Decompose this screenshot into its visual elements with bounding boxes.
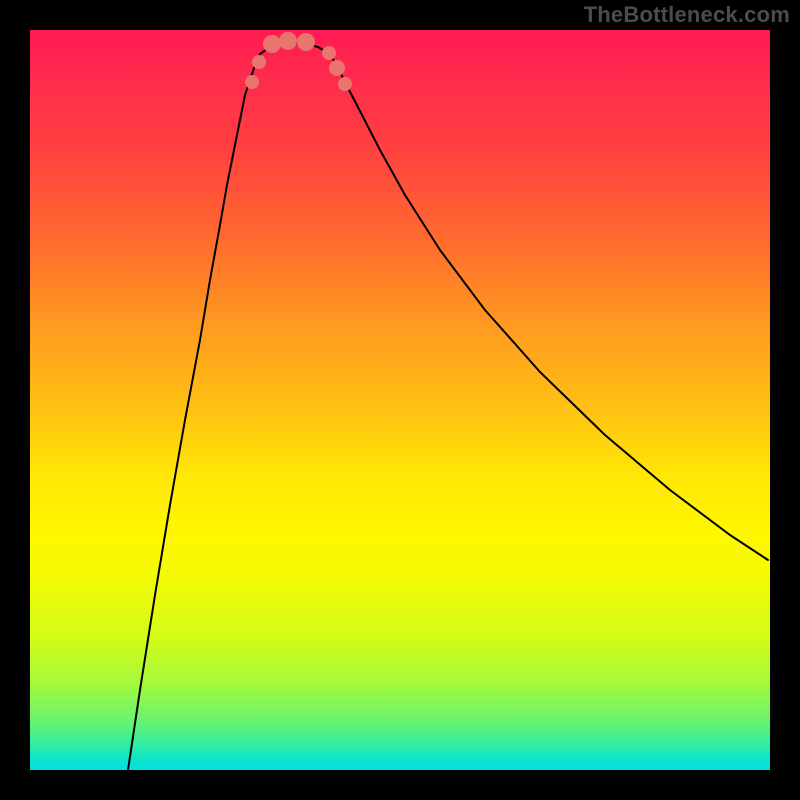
plot-area (30, 30, 770, 770)
marker-dot (263, 35, 281, 53)
watermark-text: TheBottleneck.com (584, 2, 790, 28)
markers (245, 32, 352, 91)
bottleneck-curve (128, 43, 768, 770)
marker-dot (245, 75, 259, 89)
marker-dot (297, 33, 315, 51)
chart-frame: TheBottleneck.com (0, 0, 800, 800)
chart-svg (30, 30, 770, 770)
marker-dot (338, 77, 352, 91)
marker-dot (279, 32, 297, 50)
marker-dot (322, 46, 336, 60)
marker-dot (252, 55, 266, 69)
marker-dot (329, 60, 345, 76)
